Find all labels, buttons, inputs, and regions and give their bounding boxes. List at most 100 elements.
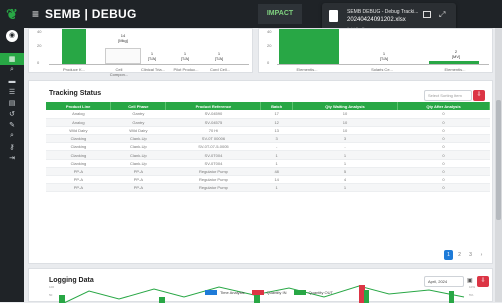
column-header[interactable]: Cell Phase xyxy=(110,102,167,110)
axis-tick: 0 xyxy=(37,60,40,65)
table-cell: 1 xyxy=(260,150,293,160)
top-chart-right: 40 20 0 1 [T/A] 2 [MV] Elementis... Solari… xyxy=(258,28,493,73)
logout-icon[interactable]: ⇥ xyxy=(0,152,24,164)
avatar[interactable]: ◉ xyxy=(6,30,18,42)
hamburger-icon[interactable]: ≡ xyxy=(32,7,39,21)
table-cell: Clanking xyxy=(46,150,111,160)
notification-title: SEMB DEBUG - Debug Tracki... xyxy=(347,9,419,15)
logging-title: Logging Data xyxy=(49,277,94,284)
column-header[interactable]: Batch xyxy=(260,102,293,110)
table-cell: 0 xyxy=(397,134,490,144)
table-row[interactable]: Clanking Clank-Up SV-0T004 1 1 0 xyxy=(46,150,490,160)
axis-tick: 40 xyxy=(37,29,42,34)
legend-swatch[interactable] xyxy=(251,290,264,295)
leaf-icon[interactable]: ❦ xyxy=(0,0,24,28)
x-axis-line xyxy=(277,64,489,65)
table-cell: 10 xyxy=(292,110,398,119)
quantity-out-bar[interactable] xyxy=(159,297,165,303)
export-icon[interactable]: ⇩ xyxy=(473,90,485,101)
table-row[interactable]: Wild Dairy Wild Dairy 70 Hi 13 10 0 xyxy=(46,126,490,136)
table-row[interactable]: Analog Gantry SV-04590 17 10 0 xyxy=(46,110,490,119)
bar-value: 14 [Mkg] xyxy=(118,33,128,43)
axis-tick: 100 xyxy=(49,285,55,289)
table-cell: 0 xyxy=(397,126,490,136)
table-cell: 48 xyxy=(260,167,293,177)
page-button[interactable]: 2 xyxy=(455,250,464,260)
legend-swatch[interactable] xyxy=(205,290,217,295)
x-tick-label: Clinical Tria... xyxy=(140,67,165,72)
table-cell: - xyxy=(260,142,293,152)
show-in-folder-icon[interactable] xyxy=(423,11,431,18)
x-tick-label: Cell Compon... xyxy=(109,67,129,77)
table-cell: Gantry xyxy=(110,118,166,127)
x-tick-label: Solaris Ce... xyxy=(371,67,393,72)
table-cell: 14 xyxy=(260,175,293,185)
table-cell: 17 xyxy=(260,110,293,119)
export-icon[interactable]: ⇩ xyxy=(477,276,489,287)
chart-bar[interactable] xyxy=(105,48,141,64)
column-header[interactable]: Qty Waiting Analysis xyxy=(292,102,399,110)
open-external-icon[interactable]: ⤢ xyxy=(439,10,448,19)
table-row[interactable]: PP-A PP-A Regulator Pump 48 5 0 xyxy=(46,167,490,177)
table-cell: Wild Dairy xyxy=(110,126,166,136)
calendar-icon[interactable]: ▣ xyxy=(467,277,473,284)
table-cell: 0 xyxy=(397,175,490,185)
next-page-button[interactable]: › xyxy=(477,250,486,260)
app-title: SEMB | DEBUG xyxy=(45,7,137,21)
axis-tick: 20 xyxy=(37,43,42,48)
file-icon xyxy=(329,10,338,22)
axis-tick: 20 xyxy=(267,43,272,48)
table-cell: 70 Hi xyxy=(165,126,261,136)
sort-select[interactable]: Select Sorting Item xyxy=(424,90,472,101)
legend-label: Quantity IN xyxy=(266,290,287,295)
table-cell: SV-04575 xyxy=(165,118,261,127)
bar-value: 1 [T/A] xyxy=(214,51,224,61)
column-header[interactable]: Qty After Analysis xyxy=(397,102,490,110)
legend-label: Quantity OUT xyxy=(308,290,333,295)
chart-bar[interactable] xyxy=(279,29,339,64)
table-row[interactable]: Clanking Clank-Up SV-0T 00006 3 3 0 xyxy=(46,134,490,144)
table-cell: Regulator Pump xyxy=(165,167,261,177)
chart-bar[interactable] xyxy=(62,29,86,64)
table-cell: PP-A xyxy=(46,175,111,185)
impact-logo: IMPACT xyxy=(258,4,302,24)
table-cell: 0 xyxy=(397,118,490,127)
table-cell: 0 xyxy=(397,159,490,168)
table-cell: Clanking xyxy=(46,159,111,168)
table-cell: 12 xyxy=(260,118,293,127)
table-row[interactable]: PP-A PP-A Regulator Pump 14 4 0 xyxy=(46,175,490,185)
column-header[interactable]: Product Reference xyxy=(165,102,262,110)
logging-data-card: Logging Data April, 2024 ▣ ⇩ 100 50 10% … xyxy=(28,268,493,303)
axis-tick: 10% xyxy=(469,285,476,289)
axis-tick: 0 xyxy=(267,60,270,65)
notification-filename[interactable]: 20240424091202.xlsx xyxy=(347,17,406,23)
table-cell: 10 xyxy=(292,118,398,127)
table-cell: 0 xyxy=(397,110,490,119)
legend-label: Time Analysis xyxy=(220,290,245,295)
table-cell: 1 xyxy=(292,183,398,193)
column-header[interactable]: Product Line xyxy=(46,102,112,110)
table-cell: 0 xyxy=(397,150,490,160)
axis-tick: 50 xyxy=(49,293,53,297)
legend-swatch[interactable] xyxy=(293,290,306,295)
page-button[interactable]: 3 xyxy=(466,250,475,260)
table-cell: PP-A xyxy=(46,183,111,193)
table-row[interactable]: Analog Gantry SV-04575 12 10 0 xyxy=(46,118,490,127)
bar-value: 1 [T/A] xyxy=(379,51,389,61)
table-cell: PP-A xyxy=(110,183,166,193)
table-cell: Gantry xyxy=(110,110,166,119)
table-row[interactable]: PP-A PP-A Regulator Pump 1 1 0 xyxy=(46,183,490,193)
table-cell: 0 xyxy=(397,183,490,193)
table-row[interactable]: Clanking Clank-Up SV-0T-07-5-0005- -0 xyxy=(46,142,490,152)
table-cell: Clanking xyxy=(46,142,111,152)
table-cell: Analog xyxy=(46,110,111,119)
scrollbar-thumb[interactable] xyxy=(496,100,501,220)
table-cell: 10 xyxy=(292,126,398,136)
table-cell: PP-A xyxy=(46,167,111,177)
page-button[interactable]: 1 xyxy=(444,250,453,260)
quantity-out-bar[interactable] xyxy=(364,290,369,303)
x-tick-label: Pilot Produc... xyxy=(173,67,199,72)
quantity-out-bar[interactable] xyxy=(449,291,454,303)
table-row[interactable]: Clanking Clank-Up SV-0T004 1 1 0 xyxy=(46,159,490,168)
table-cell: 5 xyxy=(292,167,398,177)
